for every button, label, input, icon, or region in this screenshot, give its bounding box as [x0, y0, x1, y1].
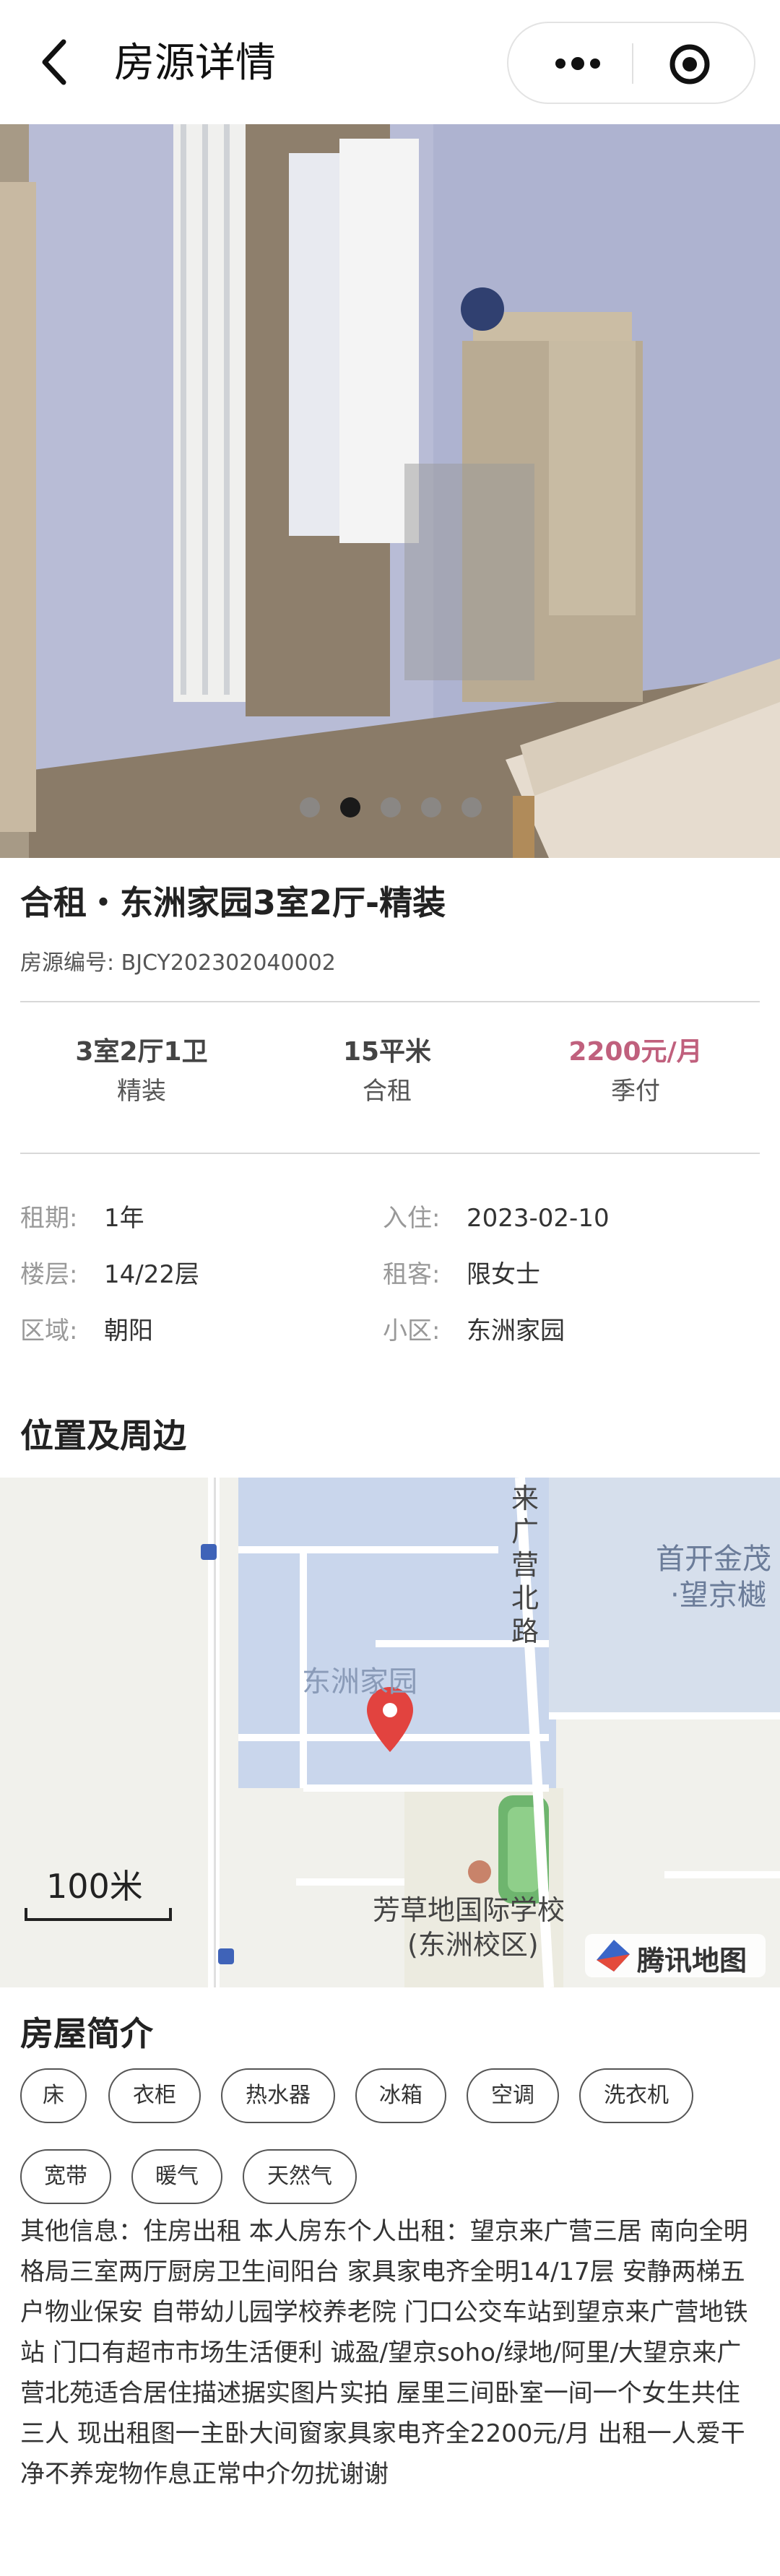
detail-key-tenant: 租客: — [383, 1260, 441, 1289]
detail-value-district: 朝阳 — [104, 1317, 153, 1345]
detail-key-movein: 入住: — [383, 1204, 441, 1233]
detail-value-community: 东洲家园 — [467, 1317, 565, 1345]
detail-value-movein: 2023-02-10 — [467, 1204, 610, 1233]
top-nav-bar: 房源详情 — [0, 0, 780, 124]
amenity-tag: 床 — [20, 2068, 87, 2123]
stat-layout: 3室2厅1卫 精装 — [12, 1033, 272, 1111]
map-provider-label: 腾讯地图 — [637, 1945, 748, 1977]
map-school-label: 芳草地国际学校 — [373, 1894, 566, 1926]
listing-title: 合租・东洲家园3室2厅-精装 — [20, 883, 446, 922]
stat-area-sub: 合租 — [363, 1077, 412, 1106]
capsule-divider — [632, 43, 633, 84]
stat-price: 2200元/月 季付 — [506, 1033, 766, 1111]
detail-key-community: 小区: — [383, 1317, 441, 1345]
page-title: 房源详情 — [114, 40, 276, 87]
amenity-tag: 衣柜 — [108, 2068, 201, 2123]
pagination-dot[interactable] — [462, 797, 482, 818]
gallery-pagination — [0, 797, 780, 819]
detail-value-floor: 14/22层 — [104, 1260, 199, 1289]
more-dots-icon[interactable] — [552, 52, 604, 75]
stat-price-sub: 季付 — [611, 1077, 660, 1106]
chevron-left-icon[interactable] — [32, 35, 82, 90]
location-map[interactable]: 来广营北路 首开金茂 ·望京樾 东洲家园 芳草地国际学校 (东洲校区) 100米… — [0, 1478, 780, 1987]
amenity-tag: 暖气 — [131, 2149, 222, 2204]
pagination-dot[interactable] — [421, 797, 441, 818]
stat-area-value: 15平米 — [342, 1037, 432, 1067]
detail-key-district: 区域: — [20, 1317, 78, 1345]
map-school-label-2: (东洲校区) — [407, 1929, 539, 1961]
pagination-dot-active[interactable] — [340, 797, 360, 818]
intro-description: 其他信息：住房出租 本人房东个人出租：望京来广营三居 南向全明格局三室两厅厨房卫… — [20, 2217, 748, 2489]
map-community-label: 东洲家园 — [302, 1665, 417, 1699]
mini-program-capsule — [507, 22, 755, 104]
detail-value-lease: 1年 — [104, 1204, 144, 1233]
pagination-dot[interactable] — [381, 797, 401, 818]
amenity-tag: 空调 — [467, 2068, 559, 2123]
map-scale-label: 100米 — [46, 1867, 143, 1906]
detail-value-tenant: 限女士 — [467, 1260, 540, 1289]
amenity-tag: 天然气 — [243, 2149, 357, 2204]
location-heading: 位置及周边 — [20, 1416, 186, 1455]
amenity-tag: 宽带 — [20, 2149, 111, 2204]
stat-layout-value: 3室2厅1卫 — [75, 1037, 208, 1067]
divider — [20, 1153, 760, 1154]
pagination-dot[interactable] — [300, 797, 320, 818]
target-icon[interactable] — [669, 43, 711, 85]
stat-price-value: 2200元/月 — [568, 1037, 703, 1067]
amenity-tag: 洗衣机 — [579, 2068, 693, 2123]
detail-key-floor: 楼层: — [20, 1260, 78, 1289]
map-road-label: 来广营北路 — [511, 1483, 540, 1647]
intro-heading: 房屋简介 — [20, 2014, 153, 2053]
divider — [20, 1001, 760, 1002]
map-poi-label-2: ·望京樾 — [670, 1579, 766, 1612]
amenity-tag: 冰箱 — [355, 2068, 446, 2123]
room-photo[interactable] — [0, 124, 780, 858]
stat-layout-sub: 精装 — [117, 1077, 166, 1106]
listing-code: 房源编号: BJCY202302040002 — [20, 950, 336, 976]
amenity-tag: 热水器 — [221, 2068, 335, 2123]
detail-key-lease: 租期: — [20, 1204, 78, 1233]
stat-area: 15平米 合租 — [257, 1033, 517, 1111]
